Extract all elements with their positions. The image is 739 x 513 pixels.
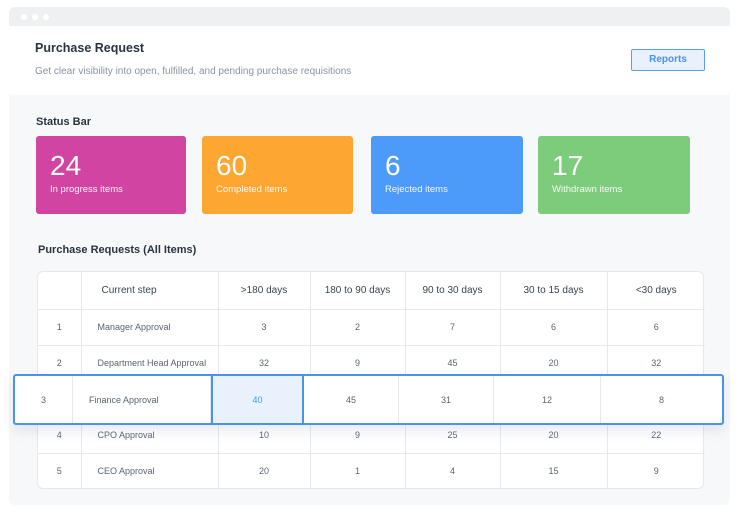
row-index: 5 bbox=[38, 453, 82, 489]
table-cell[interactable]: 31 bbox=[399, 376, 494, 423]
table-cell[interactable]: 8 bbox=[601, 376, 722, 423]
reports-button[interactable]: Reports bbox=[631, 49, 705, 71]
window-dot-icon bbox=[21, 13, 27, 20]
status-card-label: In progress items bbox=[50, 184, 123, 195]
table-cell[interactable]: 45 bbox=[304, 376, 399, 423]
status-card-value: 17 bbox=[552, 150, 584, 181]
page-subtitle: Get clear visibility into open, fulfille… bbox=[35, 66, 352, 77]
status-card-value: 60 bbox=[216, 150, 248, 181]
status-card-value: 6 bbox=[385, 150, 401, 181]
selected-table-row[interactable]: 3 Finance Approval 40 45 31 12 8 bbox=[13, 374, 724, 425]
row-step: Manager Approval bbox=[81, 309, 219, 346]
table-cell[interactable]: 12 bbox=[494, 376, 601, 423]
status-card-rejected[interactable]: 6 Rejected items bbox=[371, 136, 523, 214]
column-header-30-15[interactable]: 30 to 15 days bbox=[500, 272, 608, 310]
row-index: 3 bbox=[15, 376, 73, 423]
status-card-label: Withdrawn items bbox=[552, 184, 623, 195]
column-header-180-90[interactable]: 180 to 90 days bbox=[310, 272, 406, 310]
window-dot-icon bbox=[43, 13, 49, 20]
row-index: 1 bbox=[38, 309, 82, 346]
table-cell[interactable]: 1 bbox=[310, 453, 406, 489]
table-cell[interactable]: 6 bbox=[607, 309, 705, 346]
table-cell[interactable]: 15 bbox=[500, 453, 608, 489]
selected-table-cell[interactable]: 40 bbox=[211, 376, 304, 423]
table-header-row: Current step >180 days 180 to 90 days 90… bbox=[38, 272, 705, 310]
column-header-over-180[interactable]: >180 days bbox=[218, 272, 311, 310]
table-title: Purchase Requests (All Items) bbox=[38, 244, 197, 256]
row-step: Finance Approval bbox=[73, 376, 211, 423]
table-cell[interactable]: 20 bbox=[218, 453, 311, 489]
window-dot-icon bbox=[32, 13, 38, 20]
column-header-index bbox=[38, 272, 82, 310]
table-cell[interactable]: 2 bbox=[310, 309, 406, 346]
table-cell[interactable]: 7 bbox=[405, 309, 501, 346]
page-header: Purchase Request Get clear visibility in… bbox=[9, 26, 730, 95]
status-card-withdrawn[interactable]: 17 Withdrawn items bbox=[538, 136, 690, 214]
column-header-90-30[interactable]: 90 to 30 days bbox=[405, 272, 501, 310]
table-row[interactable]: 5 CEO Approval 20 1 4 15 9 bbox=[38, 453, 705, 489]
column-header-under-30[interactable]: <30 days bbox=[607, 272, 705, 310]
status-card-in-progress[interactable]: 24 In progress items bbox=[36, 136, 186, 214]
table-cell[interactable]: 4 bbox=[405, 453, 501, 489]
table-cell[interactable]: 6 bbox=[500, 309, 608, 346]
status-card-label: Rejected items bbox=[385, 184, 448, 195]
row-step: CEO Approval bbox=[81, 453, 219, 489]
table-cell[interactable]: 9 bbox=[607, 453, 705, 489]
status-card-value: 24 bbox=[50, 150, 82, 181]
status-card-label: Completed items bbox=[216, 184, 288, 195]
column-header-current-step[interactable]: Current step bbox=[81, 272, 219, 310]
table-row[interactable]: 1 Manager Approval 3 2 7 6 6 bbox=[38, 309, 705, 346]
page-title: Purchase Request bbox=[35, 41, 145, 55]
table-cell[interactable]: 3 bbox=[218, 309, 311, 346]
status-card-completed[interactable]: 60 Completed items bbox=[202, 136, 353, 214]
status-bar-title: Status Bar bbox=[36, 116, 92, 128]
window-titlebar bbox=[9, 7, 730, 26]
